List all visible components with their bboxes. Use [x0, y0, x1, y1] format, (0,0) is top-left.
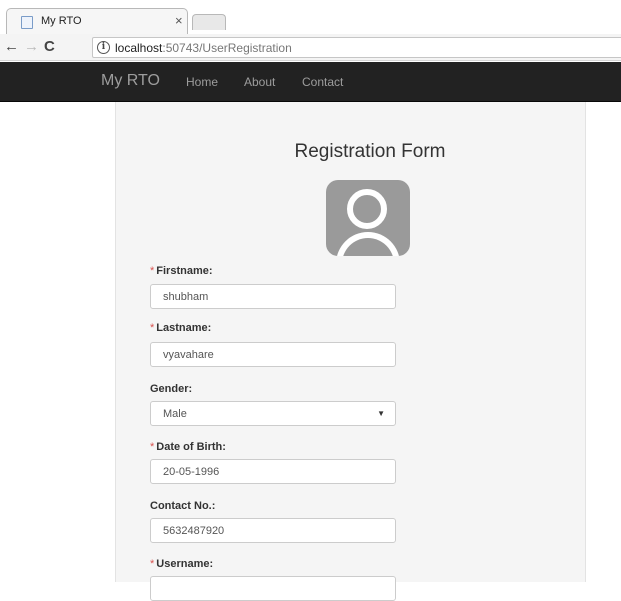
username-label: * Username:: [150, 558, 213, 570]
new-tab-button[interactable]: [192, 14, 226, 30]
tab-title: My RTO: [41, 15, 82, 27]
gender-selected-value: Male: [163, 408, 187, 420]
required-mark: *: [150, 441, 155, 453]
required-mark: *: [150, 558, 155, 570]
gender-select[interactable]: Male ▼: [150, 401, 396, 426]
info-icon[interactable]: i: [97, 41, 110, 54]
address-bar[interactable]: i localhost:50743/UserRegistration: [92, 37, 621, 58]
required-mark: *: [150, 322, 155, 334]
firstname-input[interactable]: shubham: [150, 284, 396, 309]
url-text[interactable]: localhost:50743/UserRegistration: [115, 41, 292, 55]
required-mark: *: [150, 265, 155, 277]
url-path: :50743/UserRegistration: [162, 41, 292, 55]
app-navbar: My RTO Home About Contact: [0, 62, 621, 102]
reload-icon[interactable]: C: [44, 38, 55, 55]
nav-link-contact[interactable]: Contact: [302, 75, 343, 89]
dob-label-text: Date of Birth:: [156, 441, 226, 453]
page-favicon-icon: [21, 16, 33, 29]
lastname-label-text: Lastname:: [156, 322, 212, 334]
nav-link-home[interactable]: Home: [186, 75, 218, 89]
dob-label: * Date of Birth:: [150, 441, 226, 453]
gender-label: Gender:: [150, 383, 193, 395]
forward-arrow-icon[interactable]: →: [24, 38, 39, 55]
lastname-input[interactable]: vyavahare: [150, 342, 396, 367]
browser-tabstrip: My RTO ×: [0, 0, 621, 34]
firstname-label-text: Firstname:: [156, 265, 213, 277]
username-input[interactable]: [150, 576, 396, 601]
back-arrow-icon[interactable]: ←: [4, 38, 19, 55]
avatar-head-shape: [347, 189, 387, 229]
user-avatar-icon: [326, 180, 410, 256]
browser-toolbar: ← → C i localhost:50743/UserRegistration: [0, 34, 621, 61]
registration-panel: Registration Form * Firstname: shubham * L…: [115, 102, 586, 601]
navbar-brand[interactable]: My RTO: [101, 72, 160, 90]
contact-label: Contact No.:: [150, 500, 216, 512]
url-host: localhost: [115, 41, 163, 55]
chevron-down-icon: ▼: [377, 409, 385, 418]
username-label-text: Username:: [156, 558, 214, 570]
close-tab-icon[interactable]: ×: [175, 13, 183, 28]
contact-input[interactable]: 5632487920: [150, 518, 396, 543]
form-title: Registration Form: [294, 141, 446, 162]
firstname-label: * Firstname:: [150, 265, 213, 277]
browser-tab[interactable]: My RTO ×: [6, 8, 188, 34]
lastname-label: * Lastname:: [150, 322, 211, 334]
dob-input[interactable]: 20-05-1996: [150, 459, 396, 484]
avatar-body-shape: [336, 232, 400, 256]
nav-link-about[interactable]: About: [244, 75, 275, 89]
